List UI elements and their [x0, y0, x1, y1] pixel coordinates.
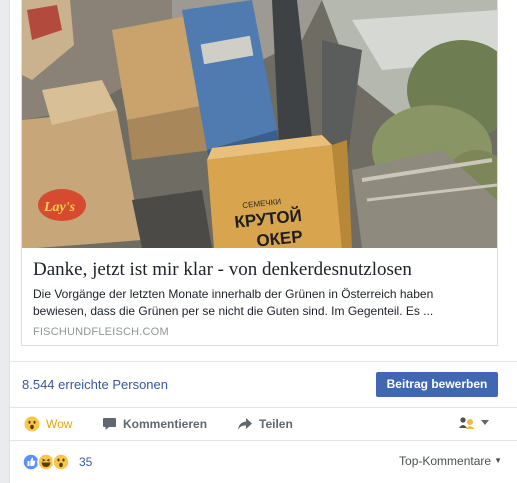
top-comments-dropdown[interactable]: Top-Kommentare ▼	[399, 454, 502, 468]
preview-image[interactable]: Lay's СЕМЕЧКИ КРУТОЙ ОКЕР	[22, 0, 497, 248]
reach-count-link[interactable]: 8.544 erreichte Personen	[22, 377, 168, 392]
link-title[interactable]: Danke, jetzt ist mir klar - von denkerde…	[33, 258, 488, 282]
chevron-down-icon: ▼	[494, 456, 502, 465]
post-card: Lay's СЕМЕЧКИ КРУТОЙ ОКЕР Danke, jetzt i…	[9, 0, 517, 483]
reaction-summary: 35 Top-Kommentare ▼	[10, 441, 517, 481]
share-button[interactable]: Teilen	[237, 408, 293, 440]
audience-selector[interactable]	[458, 416, 492, 432]
link-domain: FISCHUNDFLEISCH.COM	[33, 326, 169, 338]
reach-row: 8.544 erreichte Personen Beitrag bewerbe…	[10, 361, 517, 407]
garbage-photo: Lay's СЕМЕЧКИ КРУТОЙ ОКЕР	[22, 0, 497, 248]
link-description: Die Vorgänge der letzten Monate innerhal…	[33, 287, 434, 318]
link-preview[interactable]: Lay's СЕМЕЧКИ КРУТОЙ ОКЕР Danke, jetzt i…	[21, 0, 498, 346]
audience-selector-icon	[458, 415, 492, 434]
box-text-oker: ОКЕР	[256, 227, 304, 248]
reaction-count: 35	[79, 455, 93, 469]
reaction-count-link[interactable]: 35	[22, 453, 92, 471]
action-bar: Wow Kommentieren Teilen	[10, 407, 517, 441]
reaction-icons	[22, 453, 70, 471]
comment-label: Kommentieren	[123, 417, 208, 431]
wow-emoji-icon	[24, 416, 40, 432]
boost-post-button[interactable]: Beitrag bewerben	[376, 372, 498, 397]
like-reaction-icon	[22, 453, 40, 471]
comment-button[interactable]: Kommentieren	[102, 408, 207, 440]
wow-reaction-button[interactable]: Wow	[24, 408, 72, 440]
wow-reaction-icon	[52, 453, 70, 471]
lays-label: Lay's	[43, 200, 76, 215]
haha-reaction-icon	[37, 453, 55, 471]
wow-label: Wow	[46, 417, 73, 431]
comment-bubble-icon	[102, 417, 117, 431]
share-label: Teilen	[259, 417, 293, 431]
share-arrow-icon	[237, 417, 253, 431]
top-comments-label: Top-Kommentare	[399, 454, 492, 468]
